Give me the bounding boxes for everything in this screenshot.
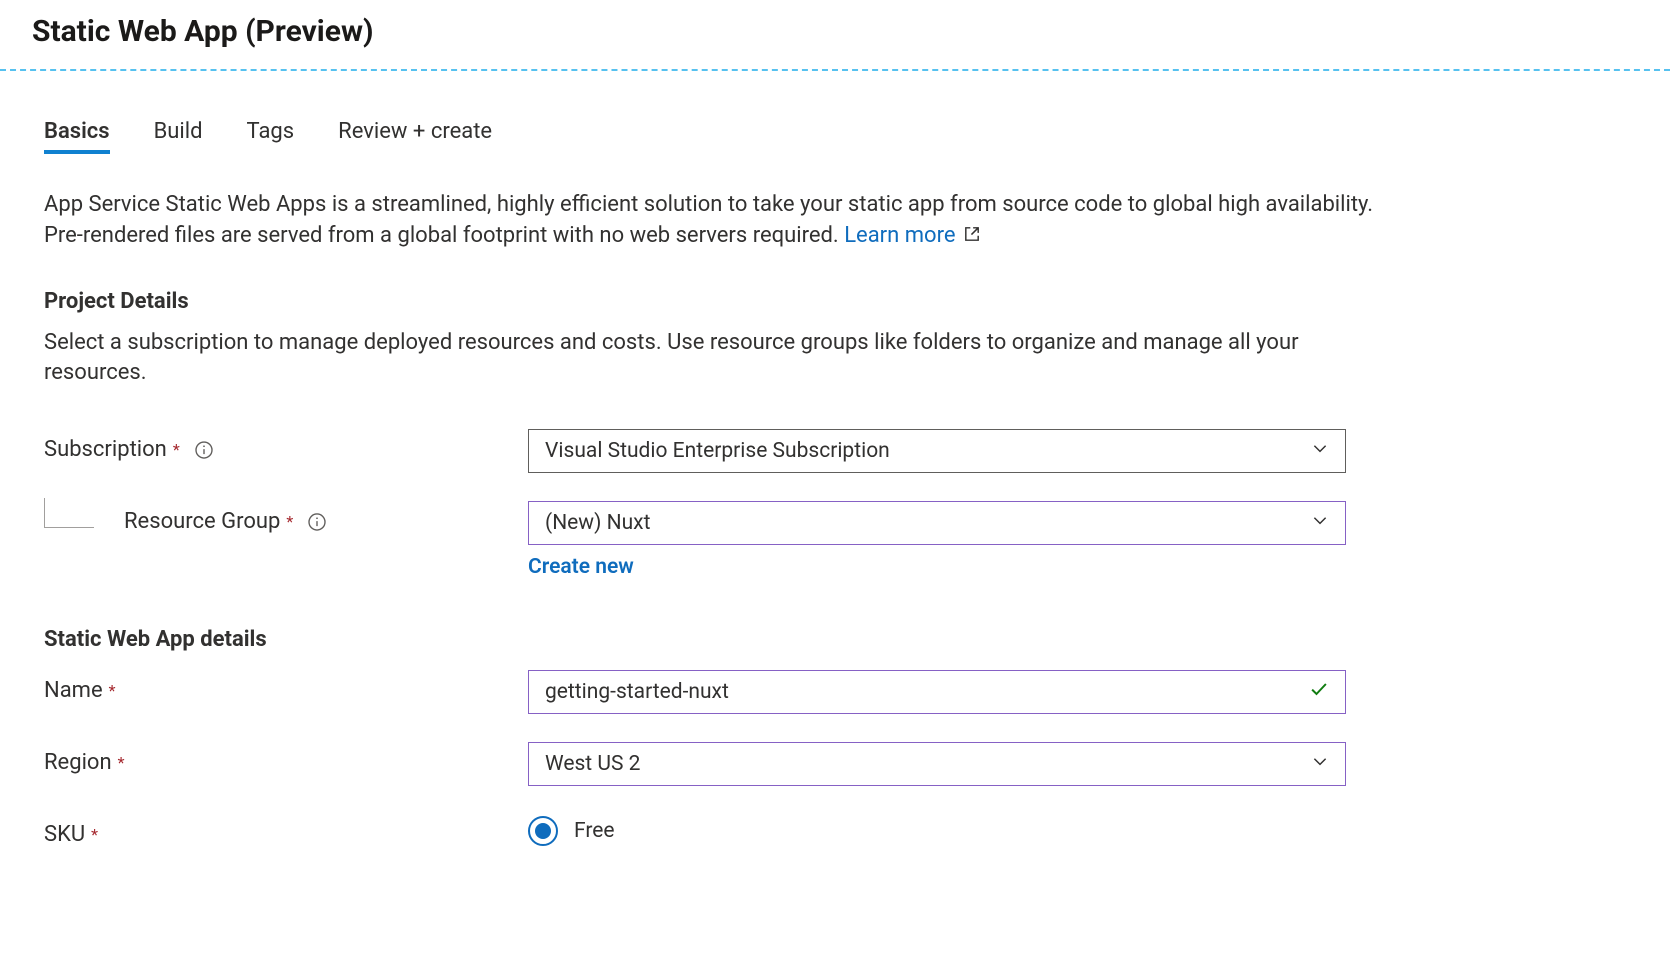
field-row-sku: SKU * Free [44, 814, 1430, 847]
field-input-col: getting-started-nuxt [528, 670, 1346, 714]
required-indicator: * [118, 753, 125, 772]
field-row-subscription: Subscription * Visual Studio Enterprise … [44, 429, 1430, 473]
indent-connector [44, 498, 94, 528]
tab-tags[interactable]: Tags [247, 119, 295, 154]
create-new-link[interactable]: Create new [528, 555, 634, 579]
tab-build[interactable]: Build [154, 119, 203, 154]
check-icon [1309, 679, 1329, 705]
field-label-col: Resource Group * [44, 501, 528, 534]
region-label: Region [44, 750, 112, 775]
chevron-down-icon [1311, 752, 1329, 776]
sku-radio-free[interactable] [528, 816, 558, 846]
name-input[interactable]: getting-started-nuxt [528, 670, 1346, 714]
field-row-region: Region * West US 2 [44, 742, 1430, 786]
field-row-resource-group: Resource Group * (New) Nuxt Create new [44, 501, 1430, 579]
field-label-col: Name * [44, 670, 528, 703]
radio-dot-icon [535, 823, 551, 839]
section-desc-project-details: Select a subscription to manage deployed… [44, 328, 1374, 390]
name-label: Name [44, 678, 103, 703]
field-label-col: SKU * [44, 814, 528, 847]
region-value: West US 2 [545, 752, 640, 776]
sku-radio-group: Free [528, 814, 1346, 846]
sku-radio-label: Free [574, 819, 615, 843]
field-row-name: Name * getting-started-nuxt [44, 670, 1430, 714]
resource-group-select[interactable]: (New) Nuxt [528, 501, 1346, 545]
tab-review-create[interactable]: Review + create [338, 119, 492, 154]
field-input-col: (New) Nuxt Create new [528, 501, 1346, 579]
required-indicator: * [286, 512, 293, 531]
page-title: Static Web App (Preview) [0, 0, 1670, 69]
learn-more-link[interactable]: Learn more [844, 223, 981, 248]
intro-paragraph: App Service Static Web Apps is a streaml… [44, 190, 1374, 253]
resource-group-value: (New) Nuxt [545, 511, 650, 535]
divider-dashed [0, 69, 1670, 71]
region-select[interactable]: West US 2 [528, 742, 1346, 786]
section-heading-project-details: Project Details [44, 289, 1430, 314]
subscription-label: Subscription [44, 437, 167, 462]
field-label-col: Region * [44, 742, 528, 775]
chevron-down-icon [1311, 511, 1329, 535]
name-value: getting-started-nuxt [545, 680, 729, 704]
field-input-col: Free [528, 814, 1346, 846]
intro-text: App Service Static Web Apps is a streaml… [44, 192, 1373, 248]
resource-group-label: Resource Group [124, 509, 280, 534]
learn-more-label: Learn more [844, 223, 955, 248]
field-input-col: Visual Studio Enterprise Subscription [528, 429, 1346, 473]
tab-basics[interactable]: Basics [44, 119, 110, 154]
info-icon[interactable] [194, 440, 214, 460]
chevron-down-icon [1311, 439, 1329, 463]
info-icon[interactable] [307, 512, 327, 532]
tab-bar: Basics Build Tags Review + create [44, 119, 1430, 154]
field-label-col: Subscription * [44, 429, 528, 462]
field-input-col: West US 2 [528, 742, 1346, 786]
subscription-select[interactable]: Visual Studio Enterprise Subscription [528, 429, 1346, 473]
required-indicator: * [109, 681, 116, 700]
sku-label: SKU [44, 822, 85, 847]
content-area: Basics Build Tags Review + create App Se… [0, 119, 1430, 887]
required-indicator: * [173, 440, 180, 459]
subscription-value: Visual Studio Enterprise Subscription [545, 439, 890, 463]
section-heading-swa-details: Static Web App details [44, 627, 1430, 652]
external-link-icon [963, 222, 981, 253]
required-indicator: * [91, 825, 98, 844]
